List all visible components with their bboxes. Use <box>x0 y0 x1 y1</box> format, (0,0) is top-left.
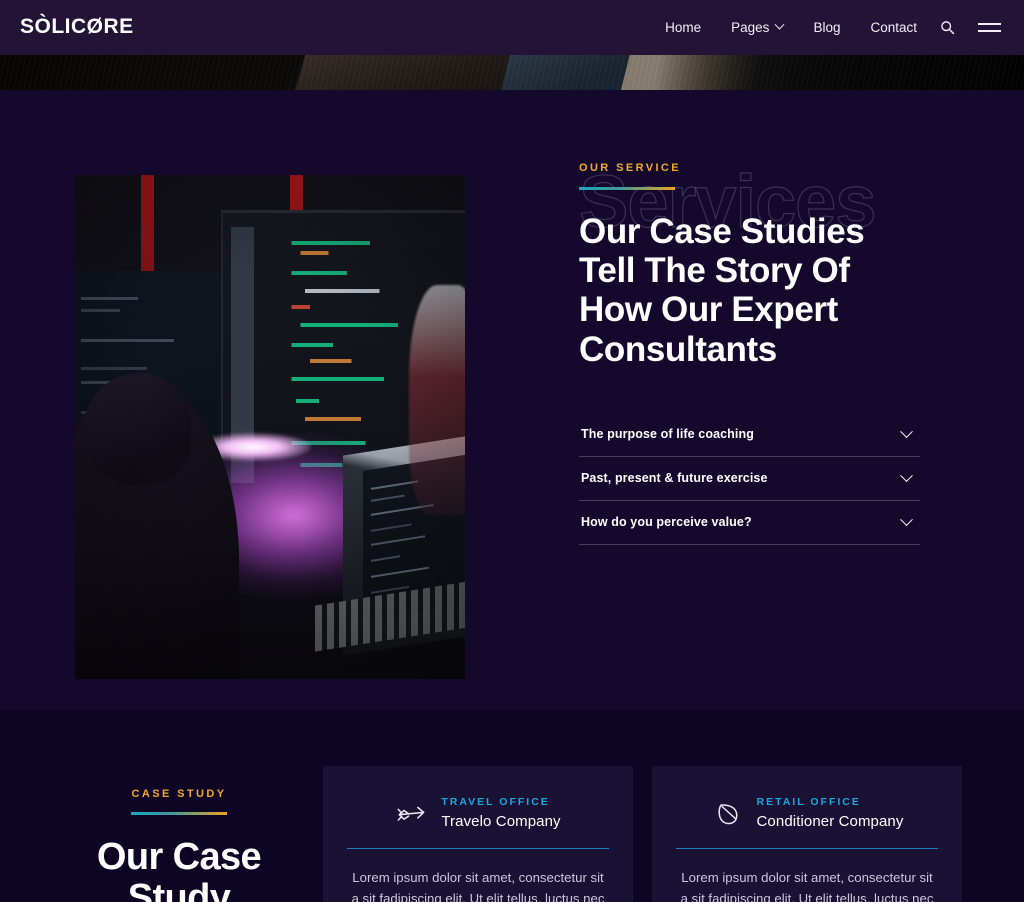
accordion-title-2: Past, present & future exercise <box>581 471 768 485</box>
site-header: SÒLICØRE Home Pages Blog Contact <box>0 0 1024 55</box>
case-study-card-retail[interactable]: RETAIL OFFICE Conditioner Company Lorem … <box>652 766 962 902</box>
card-body: Lorem ipsum dolor sit amet, consectetur … <box>351 870 605 902</box>
services-title: Our Case Studies Tell The Story Of How O… <box>579 211 865 369</box>
accordion-header-2[interactable]: Past, present & future exercise <box>579 457 920 500</box>
hero-image-strip <box>0 55 1024 90</box>
services-eyebrow-rule <box>579 187 675 190</box>
card-header: RETAIL OFFICE Conditioner Company <box>676 796 938 849</box>
accordion-title-1: The purpose of life coaching <box>581 427 754 441</box>
case-study-card-travel[interactable]: TRAVEL OFFICE Travelo Company Lorem ipsu… <box>323 766 633 902</box>
services-copy: OUR SERVICE Our Case Studies Tell The St… <box>579 162 939 545</box>
card-titles: TRAVEL OFFICE Travelo Company <box>441 796 560 830</box>
card-titles: RETAIL OFFICE Conditioner Company <box>757 796 904 830</box>
services-section: Services OUR SERVICE Our Case Studies Te… <box>0 90 1024 710</box>
card-body: Lorem ipsum dolor sit amet, consectetur … <box>680 870 934 902</box>
accordion-header-3[interactable]: How do you perceive value? <box>579 501 920 544</box>
case-study-card-list: TRAVEL OFFICE Travelo Company Lorem ipsu… <box>323 766 962 902</box>
card-company: Conditioner Company <box>756 813 904 830</box>
chevron-down-icon[interactable] <box>900 512 913 526</box>
leaf-icon <box>717 804 738 825</box>
primary-navigation: Home Pages Blog Contact <box>650 0 1006 55</box>
accordion-title-3: How do you perceive value? <box>581 515 752 529</box>
services-accordion: The purpose of life coaching Past, prese… <box>579 413 920 545</box>
nav-item-pages-label: Pages <box>731 20 770 35</box>
case-study-eyebrow: CASE STUDY <box>131 788 227 800</box>
case-study-title: Our Case Study <box>96 835 262 902</box>
card-kicker: RETAIL OFFICE <box>756 796 861 808</box>
photo-vignette <box>75 175 465 679</box>
hamburger-menu-icon[interactable] <box>972 0 1006 55</box>
case-study-eyebrow-rule <box>131 812 227 815</box>
nav-item-pages[interactable]: Pages <box>716 0 798 55</box>
nav-item-contact[interactable]: Contact <box>855 0 932 55</box>
accordion-header-1[interactable]: The purpose of life coaching <box>579 413 920 456</box>
search-icon <box>940 21 954 35</box>
chevron-down-icon[interactable] <box>900 424 913 438</box>
case-study-section: CASE STUDY Our Case Study TRAVEL OFFICE … <box>0 710 1024 902</box>
airplane-icon <box>397 806 425 821</box>
hero-grain-overlay <box>0 55 1024 90</box>
card-company: Travelo Company <box>441 813 561 830</box>
case-study-heading-block: CASE STUDY Our Case Study <box>60 788 298 902</box>
chevron-down-icon <box>774 19 785 30</box>
accordion-item: The purpose of life coaching <box>579 413 920 457</box>
services-photo <box>75 175 465 679</box>
accordion-item: How do you perceive value? <box>579 501 920 545</box>
accordion-item: Past, present & future exercise <box>579 457 920 501</box>
search-button[interactable] <box>932 0 962 55</box>
chevron-down-icon[interactable] <box>900 468 913 482</box>
nav-item-blog[interactable]: Blog <box>798 0 855 55</box>
card-kicker: TRAVEL OFFICE <box>441 796 550 808</box>
services-eyebrow: OUR SERVICE <box>579 162 681 174</box>
nav-item-home[interactable]: Home <box>650 0 716 55</box>
card-header: TRAVEL OFFICE Travelo Company <box>347 796 609 849</box>
brand-logo[interactable]: SÒLICØRE <box>20 16 134 37</box>
